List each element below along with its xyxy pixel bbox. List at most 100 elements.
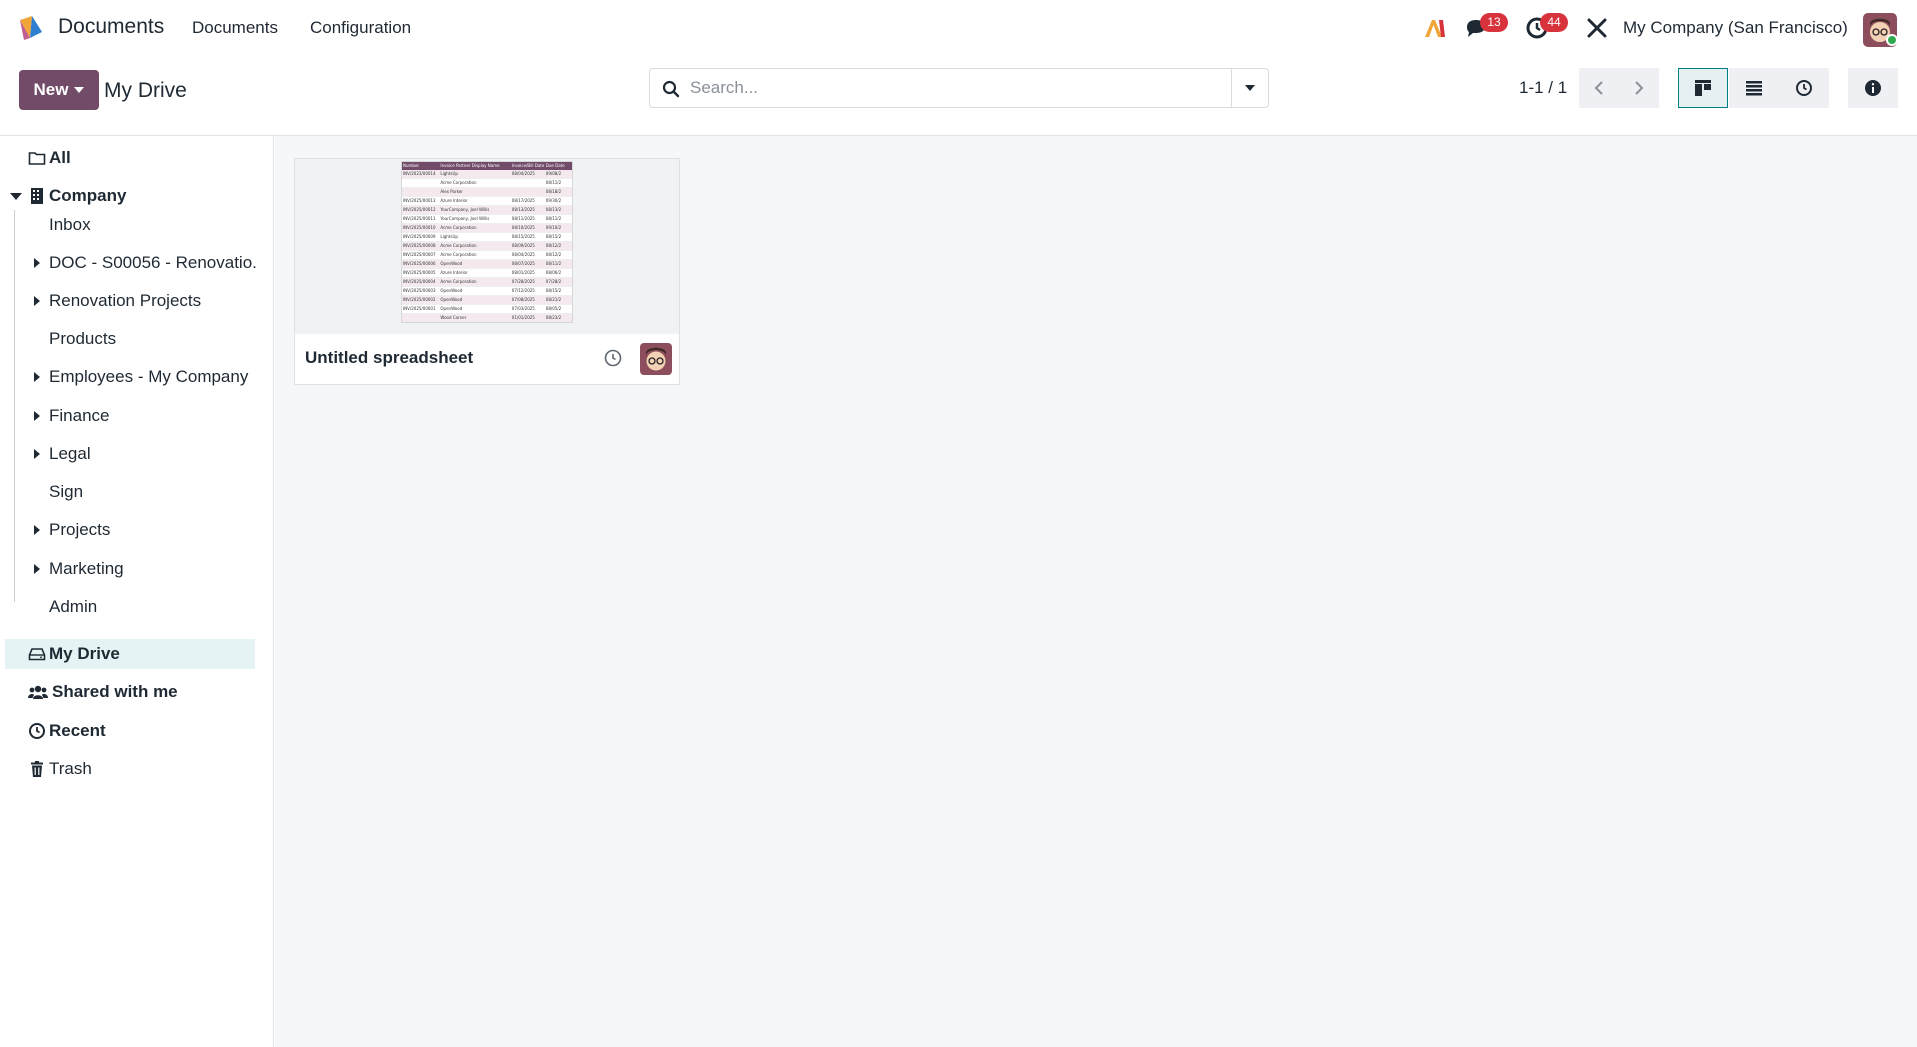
- sidebar-item-finance[interactable]: Finance: [34, 401, 109, 431]
- spreadsheet-cell: LightsUp: [439, 170, 511, 179]
- spreadsheet-preview: Number Invoice Partner Display Name Invoic…: [401, 161, 573, 323]
- sidebar-item-sign[interactable]: Sign: [49, 477, 83, 507]
- tree-guide-line: [14, 210, 15, 602]
- sidebar-item-trash[interactable]: Trash: [28, 754, 92, 784]
- search-input[interactable]: [690, 69, 1210, 107]
- sidebar-item-shared-with-me[interactable]: Shared with me: [28, 677, 178, 707]
- top-navbar: Documents Documents Configuration 13 44 …: [0, 0, 1917, 58]
- spreadsheet-row: Acme Corporation 08/11/2: [402, 178, 572, 188]
- sidebar-item-all[interactable]: All: [28, 143, 71, 173]
- sidebar-item-legal[interactable]: Legal: [34, 439, 91, 469]
- spreadsheet-cell: 08/21/2: [544, 295, 572, 305]
- caret-right-icon[interactable]: [34, 372, 40, 382]
- kanban-icon: [1695, 80, 1711, 96]
- sidebar-item-label: Employees - My Company: [49, 367, 249, 386]
- spreadsheet-cell: INV/2025/00004: [402, 277, 440, 287]
- spreadsheet-row: INV/2023/00014 LightsUp 08/04/2025 09/08/2: [402, 170, 572, 179]
- new-button-label: New: [33, 80, 69, 99]
- sidebar-item-company[interactable]: Company: [10, 181, 126, 211]
- spreadsheet-header-cell: Number: [402, 162, 440, 170]
- activities-badge: 44: [1540, 13, 1568, 32]
- sidebar-item-admin[interactable]: Admin: [49, 592, 97, 622]
- spreadsheet-cell: YourCompany, Joel Willis: [439, 205, 511, 215]
- company-switcher[interactable]: My Company (San Francisco): [1623, 18, 1848, 38]
- menu-configuration[interactable]: Configuration: [310, 18, 411, 38]
- breadcrumb: My Drive: [104, 79, 187, 102]
- sidebar-item-label: Renovation Projects: [49, 291, 202, 310]
- list-view-button[interactable]: [1729, 68, 1779, 108]
- search-options-toggle[interactable]: [1231, 69, 1268, 107]
- sidebar-item-label: DOC - S00056 - Renovatio.: [49, 253, 257, 272]
- menu-documents[interactable]: Documents: [192, 18, 278, 38]
- spreadsheet-row: INV/2025/00007 Acme Corporation 08/04/2025…: [402, 250, 572, 260]
- spreadsheet-cell: INV/2023/00014: [402, 170, 440, 179]
- pager-previous-button[interactable]: [1579, 68, 1619, 108]
- document-thumbnail[interactable]: Number Invoice Partner Display Name Invoic…: [295, 159, 679, 334]
- spreadsheet-cell: INV/2025/00005: [402, 268, 440, 278]
- ai-icon[interactable]: [1422, 15, 1448, 41]
- search-bar: [649, 68, 1269, 108]
- sidebar-item-employees[interactable]: Employees - My Company: [34, 362, 248, 392]
- spreadsheet-row: INV/2025/00010 Acme Corporation 08/10/2025…: [402, 223, 572, 233]
- spreadsheet-header-cell: Invoice/Bill Date: [510, 162, 545, 170]
- chevron-down-icon: [1245, 85, 1255, 91]
- sidebar-item-marketing[interactable]: Marketing: [34, 554, 124, 584]
- kanban-view-button[interactable]: [1678, 68, 1728, 108]
- spreadsheet-cell: 08/15/2: [544, 286, 572, 296]
- documents-app-logo-icon[interactable]: [16, 14, 46, 44]
- spreadsheet-row: Wood Corner 01/01/2025 08/23/2: [402, 313, 572, 322]
- spreadsheet-cell: OpenWood: [439, 295, 511, 305]
- sidebar-item-label: Projects: [49, 520, 111, 539]
- building-icon: [31, 188, 43, 204]
- spreadsheet-cell: INV/2025/00002: [402, 295, 440, 305]
- spreadsheet-cell: LightsUp: [439, 232, 511, 242]
- sidebar-item-label: Shared with me: [52, 682, 178, 701]
- spreadsheet-row: INV/2025/00005 Azure Interior 08/01/2025 08…: [402, 268, 572, 278]
- spreadsheet-row: INV/2025/00008 Acme Corporation 08/09/2025…: [402, 241, 572, 251]
- spreadsheet-cell: OpenWood: [439, 304, 511, 314]
- documents-kanban: Number Invoice Partner Display Name Invoic…: [275, 136, 1917, 1047]
- spreadsheet-row: INV/2025/00011 YourCompany, Joel Willis 08…: [402, 214, 572, 224]
- spreadsheet-cell: INV/2025/00007: [402, 250, 440, 260]
- caret-right-icon[interactable]: [34, 411, 40, 421]
- caret-right-icon[interactable]: [34, 564, 40, 574]
- activity-clock-icon[interactable]: [603, 348, 623, 368]
- caret-right-icon[interactable]: [34, 525, 40, 535]
- app-name[interactable]: Documents: [58, 15, 164, 39]
- caret-right-icon[interactable]: [34, 449, 40, 459]
- activity-view-button[interactable]: [1779, 68, 1829, 108]
- sidebar-item-projects[interactable]: Projects: [34, 515, 110, 545]
- pager-value[interactable]: 1-1 / 1: [1519, 78, 1567, 98]
- caret-right-icon[interactable]: [34, 296, 40, 306]
- sidebar-item-doc-s00056[interactable]: DOC - S00056 - Renovatio.: [34, 248, 257, 278]
- caret-right-icon[interactable]: [34, 258, 40, 268]
- spreadsheet-cell: [402, 313, 440, 322]
- spreadsheet-cell: 08/13/2025: [510, 205, 545, 215]
- spreadsheet-cell: [510, 178, 545, 188]
- document-card[interactable]: Number Invoice Partner Display Name Invoic…: [294, 158, 680, 385]
- sidebar-item-products[interactable]: Products: [49, 324, 116, 354]
- new-button[interactable]: New: [19, 70, 99, 110]
- sidebar-item-label: Recent: [49, 721, 106, 740]
- spreadsheet-cell: INV/2025/00006: [402, 259, 440, 269]
- owner-avatar-icon: [640, 343, 672, 375]
- spreadsheet-row: INV/2025/00002 OpenWood 07/08/2025 08/21/2: [402, 295, 572, 305]
- details-panel-button[interactable]: [1848, 68, 1898, 108]
- owner-avatar[interactable]: [640, 343, 672, 375]
- spreadsheet-cell: INV/2025/00011: [402, 214, 440, 224]
- spreadsheet-cell: 08/04/2025: [510, 170, 545, 179]
- spreadsheet-cell: INV/2025/00013: [402, 196, 440, 206]
- spreadsheet-cell: OpenWood: [439, 259, 511, 269]
- sidebar-item-recent[interactable]: Recent: [28, 716, 106, 746]
- document-title[interactable]: Untitled spreadsheet: [305, 348, 473, 368]
- pager-next-button[interactable]: [1619, 68, 1659, 108]
- sidebar-item-my-drive[interactable]: My Drive: [5, 639, 255, 669]
- spreadsheet-cell: INV/2025/00012: [402, 205, 440, 215]
- spreadsheet-cell: 08/15/2: [544, 232, 572, 242]
- sidebar-item-renovation-projects[interactable]: Renovation Projects: [34, 286, 201, 316]
- chevron-left-icon: [1594, 81, 1603, 95]
- tools-icon[interactable]: [1584, 15, 1610, 41]
- chevron-down-icon: [74, 87, 85, 93]
- sidebar-item-inbox[interactable]: Inbox: [49, 210, 91, 240]
- clock-icon: [29, 723, 45, 739]
